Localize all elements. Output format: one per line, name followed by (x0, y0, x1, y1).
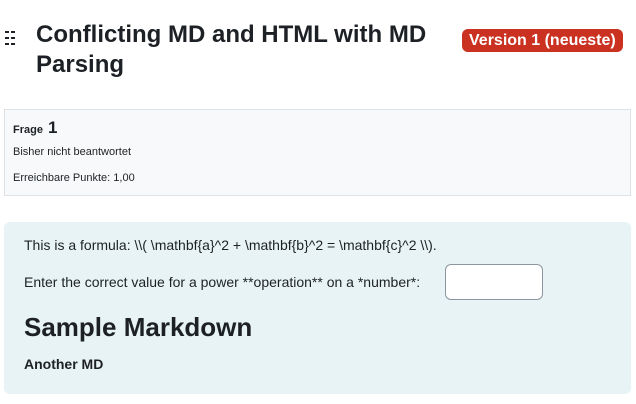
drag-handle-icon[interactable] (5, 31, 19, 45)
question-content: This is a formula: \\( \mathbf{a}^2 + \m… (4, 222, 631, 394)
question-prompt: Enter the correct value for a power **op… (24, 274, 421, 290)
question-label: Frage (13, 124, 43, 136)
answer-input[interactable] (445, 264, 543, 300)
question-number-value: 1 (48, 118, 58, 137)
markdown-heading: Sample Markdown (24, 312, 253, 342)
markdown-subheading: Another MD (24, 356, 104, 372)
question-number: Frage 1 (13, 118, 58, 138)
formula-text: This is a formula: \\( \mathbf{a}^2 + \m… (24, 237, 437, 253)
question-state: Bisher nicht beantwortet (13, 146, 132, 158)
question-title: Conflicting MD and HTML with MD Parsing (36, 21, 427, 78)
version-badge: Version 1 (neueste) (462, 29, 623, 52)
question-marks: Erreichbare Punkte: 1,00 (13, 172, 135, 184)
question-info-box: Frage 1 Bisher nicht beantwortet Erreich… (4, 109, 631, 196)
